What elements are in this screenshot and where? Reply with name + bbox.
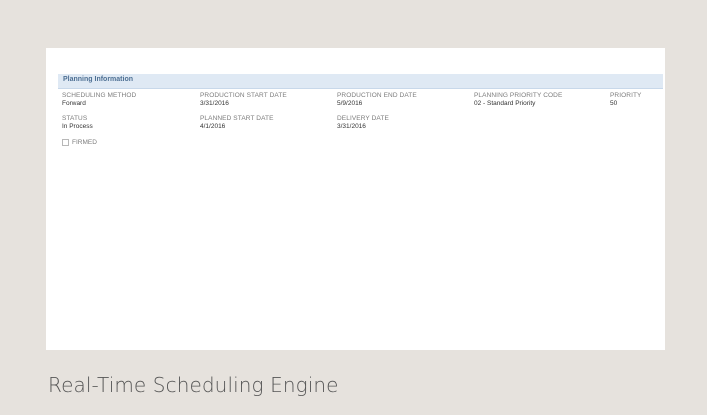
planned-start-date-label: PLANNED START DATE bbox=[200, 115, 274, 122]
scheduling-method-field: SCHEDULING METHOD Forward bbox=[62, 92, 137, 107]
priority-field: PRIORITY 50 bbox=[610, 92, 642, 107]
firmed-checkbox[interactable] bbox=[62, 139, 69, 146]
priority-value: 50 bbox=[610, 99, 618, 107]
section-header[interactable]: Planning Information bbox=[58, 74, 663, 89]
production-end-date-value: 5/9/2016 bbox=[337, 99, 363, 107]
scheduling-method-label: SCHEDULING METHOD bbox=[62, 92, 137, 99]
priority-label: PRIORITY bbox=[610, 92, 642, 99]
planned-start-date-value: 4/1/2016 bbox=[200, 122, 226, 130]
status-label: STATUS bbox=[62, 115, 88, 122]
caption: Real-Time Scheduling Engine bbox=[48, 373, 339, 397]
delivery-date-value: 3/31/2016 bbox=[337, 122, 366, 130]
scheduling-method-value: Forward bbox=[62, 99, 86, 107]
delivery-date-field: DELIVERY DATE 3/31/2016 bbox=[337, 115, 389, 130]
planned-start-date-field: PLANNED START DATE 4/1/2016 bbox=[200, 115, 274, 130]
production-end-date-field: PRODUCTION END DATE 5/9/2016 bbox=[337, 92, 417, 107]
firmed-row: FIRMED bbox=[62, 138, 97, 147]
production-end-date-label: PRODUCTION END DATE bbox=[337, 92, 417, 99]
status-value: In Process bbox=[62, 122, 93, 130]
planning-priority-code-label: PLANNING PRIORITY CODE bbox=[474, 92, 563, 99]
section-title: Planning Information bbox=[63, 76, 133, 83]
planning-panel: Planning Information SCHEDULING METHOD F… bbox=[46, 48, 665, 350]
delivery-date-label: DELIVERY DATE bbox=[337, 115, 389, 122]
production-start-date-value: 3/31/2016 bbox=[200, 99, 229, 107]
production-start-date-label: PRODUCTION START DATE bbox=[200, 92, 287, 99]
production-start-date-field: PRODUCTION START DATE 3/31/2016 bbox=[200, 92, 287, 107]
planning-priority-code-value: 02 - Standard Priority bbox=[474, 99, 536, 107]
firmed-label: FIRMED bbox=[72, 139, 97, 146]
status-field: STATUS In Process bbox=[62, 115, 93, 130]
planning-priority-code-field: PLANNING PRIORITY CODE 02 - Standard Pri… bbox=[474, 92, 563, 107]
